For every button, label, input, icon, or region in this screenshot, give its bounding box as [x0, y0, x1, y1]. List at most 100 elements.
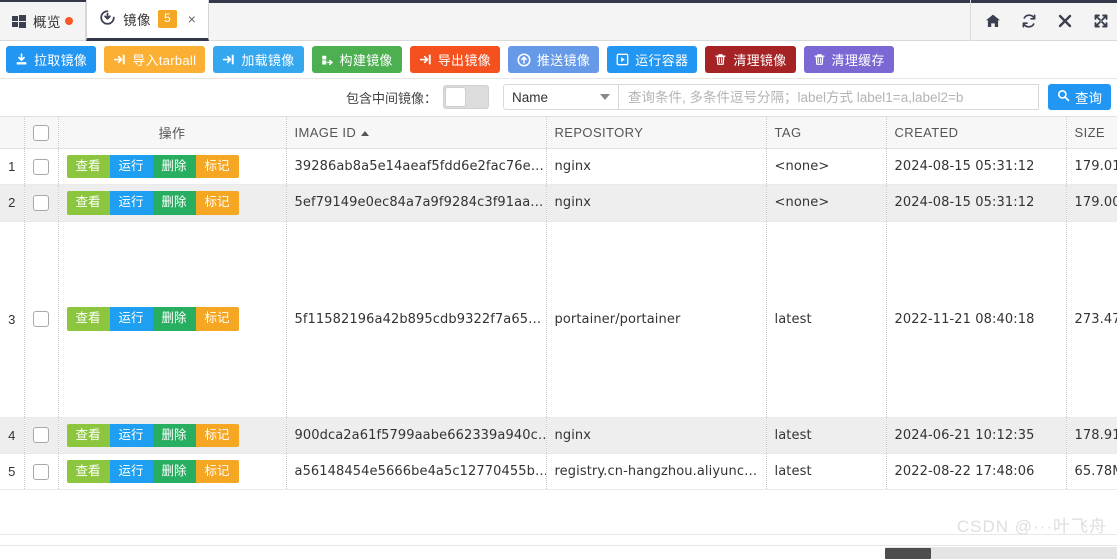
row-action-3[interactable]: 删除	[152, 459, 196, 483]
row-size: 65.78M	[1066, 453, 1117, 491]
row-operations-cell: 查看 运行 删除 标记	[58, 148, 287, 186]
table-header: 操作 IMAGE ID REPOSITORY TAG CREATED SIZE	[0, 117, 1117, 149]
toolbar-button-6[interactable]: 推送镜像	[507, 46, 600, 73]
toolbar-button-4[interactable]: 构建镜像	[311, 46, 402, 73]
row-checkbox[interactable]	[33, 427, 49, 444]
row-action-3[interactable]: 删除	[152, 191, 196, 215]
row-action-2[interactable]: 运行	[109, 307, 153, 331]
toolbar-button-5[interactable]: 导出镜像	[409, 46, 500, 73]
toolbar-button-label: 构建镜像	[339, 53, 393, 68]
row-action-1[interactable]: 查看	[66, 459, 110, 483]
fullscreen-icon[interactable]	[1093, 13, 1109, 29]
row-created: 2022-11-21 08:40:18	[886, 221, 1067, 418]
windows-icon	[12, 14, 26, 28]
tab-images-label: 镜像	[123, 13, 151, 28]
row-select-cell	[24, 417, 59, 454]
row-tag: <none>	[766, 148, 887, 186]
toggle-knob	[445, 87, 466, 107]
export-icon	[419, 53, 432, 66]
toolbar-button-3[interactable]: 加载镜像	[213, 46, 304, 73]
header-repository[interactable]: REPOSITORY	[546, 117, 767, 149]
row-action-2[interactable]: 运行	[109, 191, 153, 215]
row-action-2[interactable]: 运行	[109, 423, 153, 447]
row-select-cell	[24, 221, 59, 418]
include-intermediate-label: 包含中间镜像：	[345, 90, 437, 106]
build-icon	[321, 53, 334, 66]
row-action-3[interactable]: 删除	[152, 155, 196, 179]
row-checkbox[interactable]	[33, 195, 49, 212]
row-index: 1	[0, 148, 25, 186]
row-size: 179.00	[1066, 184, 1117, 222]
table-row[interactable]: 2 查看 运行 删除 标记 5ef79149e0ec84a7a9f9284c3f91aa……	[0, 184, 1117, 222]
row-tag: latest	[766, 453, 887, 491]
app-window: 概览 镜像 5 × 拉取镜像 导入tarball 加载镜像 构建镜像 导出镜像 …	[0, 0, 1117, 559]
table-row[interactable]: 5 查看 运行 删除 标记 a56148454e5666be4a5c12770455b… r…	[0, 453, 1117, 491]
select-all-checkbox[interactable]	[33, 124, 49, 141]
toolbar-button-8[interactable]: 清理镜像	[705, 46, 796, 73]
search-icon	[1057, 89, 1070, 105]
tab-bar: 概览 镜像 5 ×	[0, 0, 1117, 41]
row-image-id: 39286ab8a5e14aeaf5fdd6e2fac76e…	[286, 148, 547, 186]
table-row[interactable]: 4 查看 运行 删除 标记 900dca2a61f5799aabe662339a940c……	[0, 417, 1117, 454]
home-icon[interactable]	[985, 13, 1001, 29]
header-tag[interactable]: TAG	[766, 117, 887, 149]
close-icon[interactable]	[1057, 13, 1073, 29]
query-button-label: 查询	[1075, 91, 1102, 106]
tab-overview-label: 概览	[33, 15, 61, 30]
toolbar-button-9[interactable]: 清理缓存	[803, 46, 894, 73]
table-row[interactable]: 3 查看 运行 删除 标记 5f11582196a42b895cdb9322f7a65… p…	[0, 221, 1117, 418]
header-size[interactable]: SIZE	[1066, 117, 1117, 149]
row-checkbox[interactable]	[33, 158, 49, 175]
toolbar-button-label: 清理镜像	[733, 53, 787, 68]
row-repository: nginx	[546, 148, 767, 186]
query-button[interactable]: 查询	[1048, 84, 1111, 110]
download-circle-icon	[99, 9, 116, 29]
toolbar-button-7[interactable]: 运行容器	[607, 46, 698, 73]
scrollbar-thumb[interactable]	[885, 548, 931, 559]
row-checkbox[interactable]	[33, 463, 49, 480]
row-action-group: 查看 运行 删除 标记	[66, 307, 239, 331]
row-action-4[interactable]: 标记	[195, 423, 239, 447]
header-image-id-label: IMAGE ID	[294, 125, 357, 140]
row-action-3[interactable]: 删除	[152, 423, 196, 447]
row-image-id: 900dca2a61f5799aabe662339a940c…	[286, 417, 547, 454]
row-action-2[interactable]: 运行	[109, 155, 153, 179]
table-body: 1 查看 运行 删除 标记 39286ab8a5e14aeaf5fdd6e2fac76e……	[0, 148, 1117, 491]
search-input[interactable]	[618, 84, 1039, 110]
row-action-1[interactable]: 查看	[66, 155, 110, 179]
images-table-container: 操作 IMAGE ID REPOSITORY TAG CREATED SIZE …	[0, 116, 1117, 534]
tab-images[interactable]: 镜像 5 ×	[86, 0, 209, 41]
row-action-1[interactable]: 查看	[66, 191, 110, 215]
refresh-icon[interactable]	[1021, 13, 1037, 29]
search-field-select[interactable]: Name	[503, 84, 619, 110]
row-action-4[interactable]: 标记	[195, 191, 239, 215]
row-repository: portainer/portainer	[546, 221, 767, 418]
toolbar-button-2[interactable]: 导入tarball	[104, 46, 206, 73]
row-action-1[interactable]: 查看	[66, 307, 110, 331]
include-intermediate-toggle[interactable]	[443, 85, 489, 109]
row-action-group: 查看 运行 删除 标记	[66, 459, 239, 483]
row-action-3[interactable]: 删除	[152, 307, 196, 331]
row-image-id: 5f11582196a42b895cdb9322f7a65…	[286, 221, 547, 418]
header-select-all	[24, 117, 59, 149]
row-action-2[interactable]: 运行	[109, 459, 153, 483]
row-action-4[interactable]: 标记	[195, 155, 239, 179]
row-created: 2022-08-22 17:48:06	[886, 453, 1067, 491]
tab-overview[interactable]: 概览	[0, 2, 86, 40]
header-created[interactable]: CREATED	[886, 117, 1067, 149]
upload-circle-icon	[517, 52, 531, 67]
trash-icon	[714, 53, 727, 66]
toolbar-button-label: 拉取镜像	[34, 53, 88, 68]
row-tag: latest	[766, 221, 887, 418]
row-index: 3	[0, 221, 25, 418]
row-action-1[interactable]: 查看	[66, 423, 110, 447]
tab-close-icon[interactable]: ×	[188, 12, 196, 26]
horizontal-scrollbar[interactable]	[0, 545, 1117, 559]
table-row[interactable]: 1 查看 运行 删除 标记 39286ab8a5e14aeaf5fdd6e2fac76e……	[0, 148, 1117, 186]
row-checkbox[interactable]	[33, 311, 49, 328]
toolbar-button-1[interactable]: 拉取镜像	[6, 46, 97, 73]
row-action-4[interactable]: 标记	[195, 307, 239, 331]
row-action-4[interactable]: 标记	[195, 459, 239, 483]
toolbar-button-label: 导出镜像	[437, 53, 491, 68]
header-image-id[interactable]: IMAGE ID	[286, 117, 547, 149]
